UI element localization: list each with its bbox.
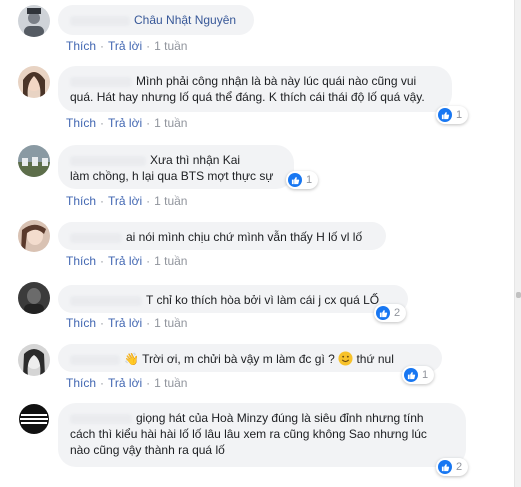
comment-bubble: giọng hát của Hoà Minzy đúng là siêu đỉn… xyxy=(58,403,466,467)
scrollbar[interactable] xyxy=(514,0,521,487)
avatar[interactable] xyxy=(18,145,50,177)
like-reaction-icon xyxy=(404,368,418,382)
comment-actions: Thích · Trả lời · 1 tuần xyxy=(66,116,187,130)
comment-text-line: T chỉ ko thích hòa bởi vì làm cái j cx q… xyxy=(146,293,380,307)
comment-text-line: ai nói mình chịu chứ mình vẫn thấy H lố … xyxy=(126,230,363,244)
like-link[interactable]: Thích xyxy=(66,116,96,130)
avatar[interactable] xyxy=(18,66,50,98)
separator: · xyxy=(146,116,151,130)
reaction-count: 1 xyxy=(306,174,313,186)
comment-text-line: nào cũng vậy thành ra quá lố xyxy=(70,443,225,457)
comment-text-line: Mình phải công nhận là bà này lúc quái n… xyxy=(136,74,417,88)
scrollbar-thumb[interactable] xyxy=(516,292,521,298)
separator: · xyxy=(146,316,151,330)
comment-time[interactable]: 1 tuần xyxy=(154,39,187,53)
comment-text-line: làm chồng, h lại qua BTS mợt thực sự xyxy=(70,169,274,183)
smile-emoji-icon xyxy=(338,351,353,366)
separator: · xyxy=(100,376,105,390)
comment-text-line: Xưa thì nhận Kai xyxy=(150,153,241,167)
author-name-redacted xyxy=(70,155,146,166)
comment-time[interactable]: 1 tuần xyxy=(154,116,187,130)
reply-link[interactable]: Trả lời xyxy=(108,316,142,330)
comment-bubble: Châu Nhật Nguyên xyxy=(58,5,254,35)
reaction-count: 2 xyxy=(456,461,463,473)
separator: · xyxy=(146,254,151,268)
author-name-redacted xyxy=(70,76,132,87)
comment-time[interactable]: 1 tuần xyxy=(154,316,187,330)
like-reaction-icon xyxy=(288,173,302,187)
reaction-count-badge[interactable]: 2 xyxy=(374,304,407,322)
like-link[interactable]: Thích xyxy=(66,39,96,53)
comment-text-part: Trời ơi, m chửi bà vậy m làm đc gì ? xyxy=(142,352,335,366)
author-name-redacted xyxy=(70,232,122,243)
like-reaction-icon xyxy=(438,108,452,122)
comment-actions: Thích · Trả lời · 1 tuần xyxy=(66,39,187,53)
reaction-count: 2 xyxy=(394,307,401,319)
separator: · xyxy=(100,194,105,208)
separator: · xyxy=(146,39,151,53)
comment-actions: Thích · Trả lời · 1 tuần xyxy=(66,194,187,208)
comment-actions: Thích · Trả lời · 1 tuần xyxy=(66,376,187,390)
reply-link[interactable]: Trả lời xyxy=(108,194,142,208)
comment-actions: Thích · Trả lời · 1 tuần xyxy=(66,254,187,268)
comment-time[interactable]: 1 tuần xyxy=(154,376,187,390)
reply-link[interactable]: Trả lời xyxy=(108,116,142,130)
comment-text-line: cách thì kiểu hài hài lố lố lâu lâu xem … xyxy=(70,427,427,441)
avatar[interactable] xyxy=(18,344,50,376)
comment-actions: Thích · Trả lời · 1 tuần xyxy=(66,316,187,330)
like-link[interactable]: Thích xyxy=(66,376,96,390)
avatar[interactable] xyxy=(18,220,50,252)
avatar[interactable] xyxy=(18,403,50,435)
comment-bubble: Mình phải công nhận là bà này lúc quái n… xyxy=(58,66,452,112)
reaction-count-badge[interactable]: 1 xyxy=(286,171,319,189)
reaction-count: 1 xyxy=(456,109,463,121)
like-link[interactable]: Thích xyxy=(66,194,96,208)
separator: · xyxy=(100,116,105,130)
reply-link[interactable]: Trả lời xyxy=(108,376,142,390)
like-link[interactable]: Thích xyxy=(66,254,96,268)
author-name-redacted xyxy=(70,295,142,306)
avatar[interactable] xyxy=(18,282,50,314)
reply-link[interactable]: Trả lời xyxy=(108,254,142,268)
separator: · xyxy=(100,39,105,53)
author-name[interactable]: Châu Nhật Nguyên xyxy=(134,13,236,27)
comment-time[interactable]: 1 tuần xyxy=(154,194,187,208)
separator: · xyxy=(100,254,105,268)
comment-text-line: giọng hát của Hoà Minzy đúng là siêu đỉn… xyxy=(136,411,424,425)
like-reaction-icon xyxy=(376,306,390,320)
comment-bubble: ai nói mình chịu chứ mình vẫn thấy H lố … xyxy=(58,222,386,250)
like-reaction-icon xyxy=(438,460,452,474)
separator: · xyxy=(146,194,151,208)
author-name-redacted xyxy=(70,354,120,365)
reaction-count-badge[interactable]: 1 xyxy=(402,366,435,384)
separator: · xyxy=(146,376,151,390)
author-name-redacted xyxy=(70,15,130,26)
comment-time[interactable]: 1 tuần xyxy=(154,254,187,268)
comment-bubble: Xưa thì nhận Kai làm chồng, h lại qua BT… xyxy=(58,145,294,189)
comment-bubble: 👋 Trời ơi, m chửi bà vậy m làm đc gì ? t… xyxy=(58,344,442,372)
like-link[interactable]: Thích xyxy=(66,316,96,330)
avatar[interactable] xyxy=(18,5,50,37)
comment-text-part: thứ nul xyxy=(356,352,394,366)
reaction-count: 1 xyxy=(422,369,429,381)
reaction-count-badge[interactable]: 2 xyxy=(436,458,469,476)
comment-text-line: quá. Hát hay nhưng lố quá thể đáng. K th… xyxy=(70,90,425,104)
comment-bubble: T chỉ ko thích hòa bởi vì làm cái j cx q… xyxy=(58,285,408,313)
wave-emoji: 👋 xyxy=(124,352,139,366)
author-name-redacted xyxy=(70,413,132,424)
reply-link[interactable]: Trả lời xyxy=(108,39,142,53)
reaction-count-badge[interactable]: 1 xyxy=(436,106,469,124)
separator: · xyxy=(100,316,105,330)
